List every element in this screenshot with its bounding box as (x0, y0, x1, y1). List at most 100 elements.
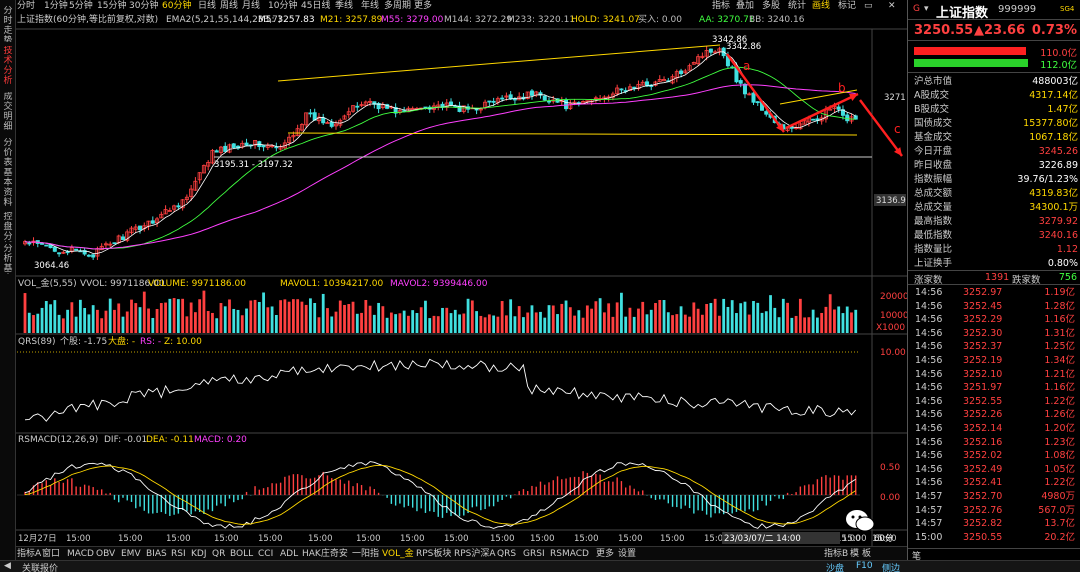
tick-row[interactable]: 14:57 3252.76 567.0万 (908, 505, 1080, 518)
volume-bar (78, 299, 82, 333)
candle-body (40, 242, 45, 245)
volume-bar (517, 306, 521, 333)
tick-row[interactable]: 14:57 3252.82 13.7亿 (908, 518, 1080, 531)
indicator-b-tab[interactable]: 指标B (824, 548, 848, 560)
indicator-tab[interactable]: RSMACD (550, 548, 589, 560)
indicator-tab[interactable]: VOL_金 (382, 548, 414, 560)
tick-volume: 1.16亿 (1044, 314, 1075, 326)
indicator-tab[interactable]: BOLL (230, 548, 253, 560)
tick-row[interactable]: 14:56 3252.41 1.22亿 (908, 477, 1080, 490)
tick-time: 14:56 (915, 436, 943, 448)
indicator-tab[interactable]: HAK庄奇安 (302, 548, 348, 560)
volume-bar (700, 314, 704, 333)
tick-row[interactable]: 14:56 3252.02 1.08亿 (908, 450, 1080, 463)
indicator-tab[interactable]: RPS沪深A (454, 548, 496, 560)
indicator-tab[interactable]: BIAS (146, 548, 167, 560)
candle-body (91, 254, 96, 258)
stat-value: 3245.26 (1038, 146, 1078, 157)
status-sidebar[interactable]: 侧边 (882, 561, 900, 572)
volume-bar (202, 290, 206, 333)
time-axis-label: 15:00 (574, 534, 599, 544)
volume-bar (709, 303, 713, 333)
tick-row[interactable]: 14:57 3252.70 4980万 (908, 491, 1080, 504)
tick-price: 3252.82 (963, 518, 1003, 530)
volume-indicator-value: MAVOL2: 9399446.00 (390, 279, 488, 289)
status-arrow-icon[interactable]: ◀ (4, 561, 11, 571)
volume-bar (483, 317, 487, 333)
tick-row[interactable]: 14:56 3252.30 1.31亿 (908, 328, 1080, 341)
volume-bar (573, 315, 576, 333)
indicator-tab[interactable]: CCI (258, 548, 273, 560)
indicator-tab[interactable]: ADL (280, 548, 298, 560)
tick-time: 14:56 (915, 368, 943, 380)
status-f10[interactable]: F10 (856, 561, 873, 571)
time-axis-label: 15:00 (118, 534, 143, 544)
volume-bar (850, 312, 853, 333)
tick-row[interactable]: 14:56 3252.19 1.34亿 (908, 355, 1080, 368)
volume-bar (615, 302, 619, 333)
volume-bar (764, 311, 768, 333)
indicator-tab[interactable]: RSI (171, 548, 186, 560)
candle-body (679, 70, 684, 75)
indicator-b-tab[interactable]: 模 (850, 548, 859, 560)
indicator-tab[interactable]: QRS (497, 548, 516, 560)
indicator-tab[interactable]: QR (212, 548, 225, 560)
volume-bar (492, 315, 496, 333)
indicator-tab[interactable]: GRSI (523, 548, 545, 560)
tick-row[interactable]: 14:56 3252.16 1.23亿 (908, 437, 1080, 450)
indicator-tab[interactable]: OBV (96, 548, 115, 560)
tick-row[interactable]: 14:56 3252.29 1.16亿 (908, 314, 1080, 327)
status-sandbox[interactable]: 沙盘 (826, 561, 844, 572)
dropdown-icon[interactable]: ▾ (924, 4, 929, 14)
qrs-indicator-value: 个股: -1.75 (60, 336, 107, 347)
volume-bar (317, 317, 321, 333)
indicator-tab[interactable]: EMV (121, 548, 141, 560)
indicator-tab[interactable]: 设置 (618, 548, 636, 560)
candle-body (329, 121, 334, 127)
chart-canvas[interactable]: abc3342.863342.863195.31 - 3197.323064.4… (0, 0, 907, 560)
tick-row[interactable]: 14:56 3252.55 1.22亿 (908, 396, 1080, 409)
tick-row[interactable]: 14:56 3252.37 1.25亿 (908, 341, 1080, 354)
up-count: 1391 (985, 272, 1010, 283)
volume-bar (266, 307, 270, 333)
indicator-b-tab[interactable]: 板 (862, 548, 871, 560)
tick-row[interactable]: 14:56 3252.97 1.19亿 (908, 287, 1080, 300)
tick-row[interactable]: 14:56 3252.10 1.21亿 (908, 369, 1080, 382)
tick-row[interactable]: 15:00 3250.55 20.2亿 (908, 532, 1080, 545)
candle-body (214, 150, 219, 153)
quote-header: G ▾ 上证指数 999999 SG4 (908, 0, 1080, 21)
tick-time: 14:57 (915, 518, 943, 530)
stat-row: 最高指数 3279.92 (908, 215, 1080, 228)
volume-bar (411, 310, 415, 333)
volume-bar (394, 314, 398, 333)
tick-row[interactable]: 14:56 3252.49 1.05亿 (908, 464, 1080, 477)
candle-body (619, 88, 624, 91)
tick-row[interactable]: 14:56 3251.97 1.16亿 (908, 382, 1080, 395)
candle-body (176, 205, 181, 208)
volume-bar (351, 301, 355, 333)
candle-body (500, 97, 505, 100)
tick-price: 3252.29 (963, 314, 1003, 326)
volume-bar (534, 312, 538, 333)
indicator-tab[interactable]: RPS板块 (416, 548, 451, 560)
qrs-indicator-value: Z: 10.00 (164, 337, 202, 347)
indicator-tab[interactable]: 一阳指 (352, 548, 379, 560)
tick-row[interactable]: 14:56 3252.26 1.26亿 (908, 409, 1080, 422)
indicator-tab[interactable]: 更多 (596, 548, 614, 560)
side-tab-trades[interactable]: 笔 (912, 549, 921, 560)
candle-body (845, 114, 850, 122)
tick-price: 3252.10 (963, 368, 1003, 380)
volume-bar (705, 304, 709, 333)
indicator-tab[interactable]: 窗口 (42, 548, 60, 560)
indicator-tab[interactable]: 指标A (17, 548, 41, 560)
tick-row[interactable]: 14:56 3252.14 1.20亿 (908, 423, 1080, 436)
status-left-label[interactable]: 关联报价 (22, 561, 58, 572)
volume-bar (594, 301, 598, 333)
indicator-tab[interactable]: KDJ (191, 548, 207, 560)
down-count-label: 跌家数 (1012, 275, 1041, 286)
volume-bar (445, 307, 449, 333)
tick-row[interactable]: 14:56 3252.45 1.28亿 (908, 301, 1080, 314)
quote-price: 3250.55 (914, 23, 974, 38)
tick-price: 3252.76 (963, 504, 1003, 516)
indicator-tab[interactable]: MACD (67, 548, 94, 560)
